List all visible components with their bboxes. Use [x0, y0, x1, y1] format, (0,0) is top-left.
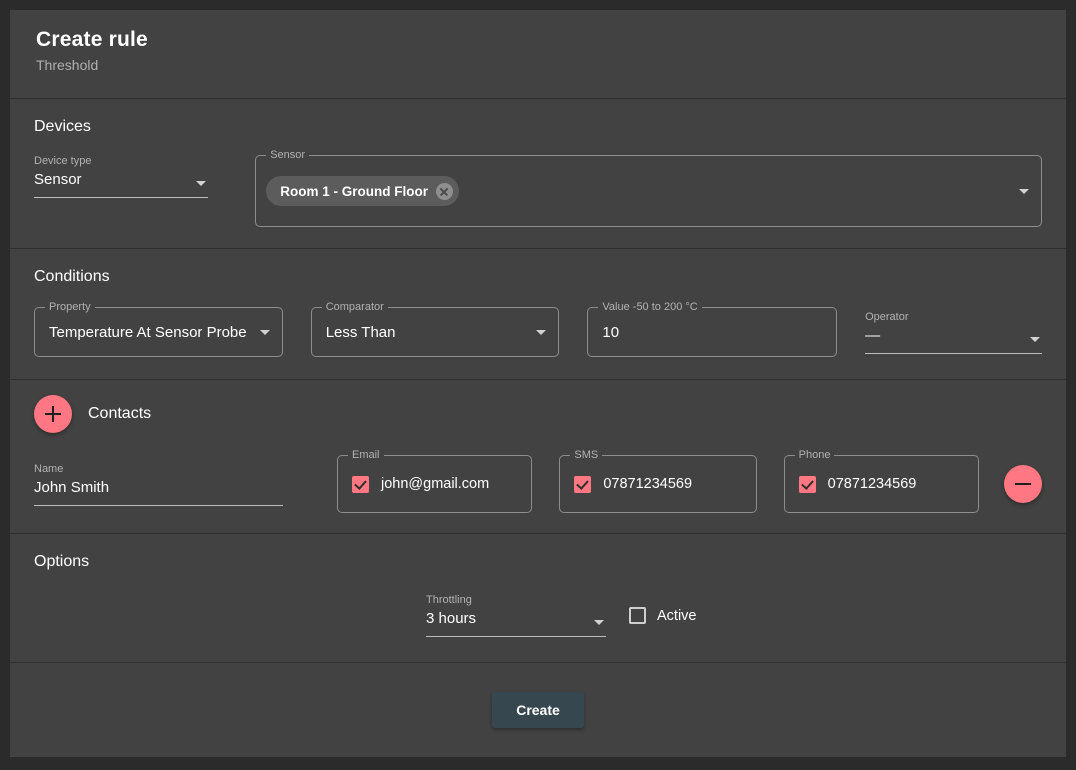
section-title-options: Options: [34, 553, 90, 570]
contact-phone-checkbox[interactable]: [798, 475, 816, 493]
sensor-label: Sensor: [266, 149, 310, 162]
section-title-devices: Devices: [34, 118, 91, 135]
create-button[interactable]: Create: [492, 692, 584, 728]
active-checkbox[interactable]: [629, 607, 646, 624]
threshold-value-label: Value -50 to 200 °C: [598, 301, 702, 314]
devices-body: Device type Sensor Sensor Room 1 - Groun…: [34, 137, 1042, 248]
contact-email-value: john@gmail.com: [381, 476, 490, 492]
contact-sms-row: 07871234569: [574, 475, 693, 493]
contact-sms-value: 07871234569: [603, 476, 693, 492]
contact-sms-field[interactable]: SMS 07871234569: [559, 449, 757, 513]
contact-email-field[interactable]: Email john@gmail.com: [337, 449, 533, 513]
contact-sms-checkbox[interactable]: [574, 475, 592, 493]
device-type-label: Device type: [34, 155, 92, 167]
chevron-down-icon: [259, 330, 270, 335]
threshold-value-input[interactable]: Value -50 to 200 °C 10: [587, 301, 838, 357]
options-body: Throttling 3 hours Active: [34, 572, 1042, 662]
section-title-conditions: Conditions: [34, 268, 110, 285]
active-label: Active: [657, 607, 697, 624]
sensor-chip[interactable]: Room 1 - Ground Floor: [266, 176, 459, 206]
comparator-value: Less Than: [325, 323, 396, 341]
contact-email-checkbox[interactable]: [352, 475, 369, 493]
throttling-select[interactable]: Throttling 3 hours: [426, 594, 606, 637]
property-value: Temperature At Sensor Probe: [49, 323, 247, 341]
throttling-label: Throttling: [426, 594, 472, 606]
throttling-underline: [426, 636, 606, 637]
card-header: Create rule Threshold: [10, 10, 1066, 98]
contact-email-label: Email: [348, 449, 384, 462]
page-title: Create rule: [36, 28, 148, 51]
chevron-down-icon: [594, 620, 604, 625]
contacts-head: Contacts: [34, 380, 1042, 433]
contact-phone-field[interactable]: Phone 07871234569: [783, 449, 979, 513]
contact-name-value: John Smith: [34, 478, 110, 496]
app-page: Create rule Threshold Devices Device typ…: [0, 0, 1076, 770]
chevron-down-icon: [196, 181, 207, 186]
contact-name-label: Name: [34, 462, 64, 475]
chevron-down-icon: [1019, 189, 1029, 194]
device-type-underline: [34, 197, 209, 198]
contact-phone-row: 07871234569: [798, 475, 917, 493]
section-devices: Devices Device type Sensor Sensor Room 1…: [10, 99, 1066, 248]
comparator-select[interactable]: Comparator Less Than: [310, 301, 560, 357]
conditions-body: Property Temperature At Sensor Probe Com…: [34, 287, 1042, 379]
property-select[interactable]: Property Temperature At Sensor Probe: [34, 301, 283, 357]
section-options: Options Throttling 3 hours Active: [10, 534, 1066, 662]
sensor-select[interactable]: Sensor Room 1 - Ground Floor: [255, 149, 1042, 227]
active-toggle[interactable]: Active: [629, 607, 697, 624]
section-conditions: Conditions Property Temperature At Senso…: [10, 249, 1066, 379]
card-footer: Create: [10, 663, 1066, 757]
create-rule-card: Create rule Threshold Devices Device typ…: [10, 10, 1066, 757]
contact-row: Name John Smith Email john@gmail.com SMS: [34, 433, 1042, 533]
close-circle-icon[interactable]: [435, 182, 453, 200]
contact-name-input[interactable]: Name John Smith: [34, 463, 283, 506]
comparator-label: Comparator: [321, 301, 388, 314]
operator-underline: [865, 352, 1042, 354]
operator-label: Operator: [865, 310, 909, 323]
contact-phone-value: 07871234569: [827, 476, 917, 492]
operator-value: —: [865, 326, 881, 344]
operator-select[interactable]: Operator —: [865, 311, 1042, 354]
property-label: Property: [45, 301, 95, 314]
section-title-contacts: Contacts: [88, 405, 152, 422]
contact-name-underline: [34, 504, 283, 506]
contact-phone-label: Phone: [794, 449, 835, 462]
chevron-down-icon: [1029, 336, 1040, 342]
device-type-select[interactable]: Device type Sensor: [34, 155, 209, 198]
remove-contact-button[interactable]: [1003, 465, 1042, 503]
page-subtitle: Threshold: [36, 57, 99, 73]
contact-email-row: john@gmail.com: [352, 475, 490, 493]
sensor-chip-label: Room 1 - Ground Floor: [280, 183, 428, 199]
chevron-down-icon: [536, 330, 547, 335]
section-contacts: Contacts Name John Smith Email john@gmai…: [10, 380, 1066, 533]
add-contact-button[interactable]: [34, 395, 72, 433]
throttling-value: 3 hours: [426, 610, 477, 627]
contact-sms-label: SMS: [570, 449, 603, 462]
threshold-value-text: 10: [602, 323, 620, 341]
device-type-value: Sensor: [34, 171, 82, 188]
